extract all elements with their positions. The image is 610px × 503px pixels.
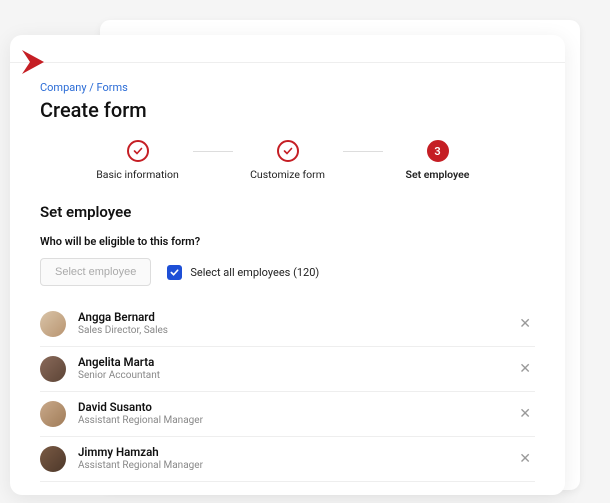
close-icon[interactable]: ✕ (515, 447, 535, 471)
breadcrumb-company[interactable]: Company (40, 81, 87, 94)
eligibility-question: Who will be eligible to this form? (40, 235, 535, 248)
employee-role: Sales Director, Sales (78, 325, 515, 337)
avatar (40, 356, 66, 382)
check-icon (277, 140, 299, 162)
main-card: Company / Forms Create form Basic inform… (10, 35, 565, 495)
step-number: 3 (427, 140, 449, 162)
step-connector (193, 151, 233, 152)
employee-list: Angga Bernard Sales Director, Sales ✕ An… (40, 302, 535, 482)
list-item: Angelita Marta Senior Accountant ✕ (40, 347, 535, 392)
close-icon[interactable]: ✕ (515, 402, 535, 426)
employee-name: Angga Bernard (78, 311, 515, 325)
step-label: Set employee (406, 168, 470, 181)
check-icon (127, 140, 149, 162)
employee-name: Jimmy Hamzah (78, 446, 515, 460)
card-header (10, 35, 565, 63)
employee-name: David Susanto (78, 401, 515, 415)
section-title: Set employee (40, 203, 535, 221)
step-label: Basic information (96, 168, 179, 181)
select-all-label: Select all employees (120) (190, 266, 319, 279)
select-all-checkbox[interactable]: Select all employees (120) (167, 265, 319, 280)
breadcrumb-separator: / (87, 81, 97, 94)
step-label: Customize form (250, 168, 325, 181)
stepper: Basic information Customize form 3 Set e… (40, 140, 535, 181)
avatar (40, 311, 66, 337)
page-title: Create form (40, 98, 535, 122)
employee-role: Senior Accountant (78, 370, 515, 382)
close-icon[interactable]: ✕ (515, 357, 535, 381)
brand-logo (20, 48, 56, 80)
step-customize-form[interactable]: Customize form (233, 140, 343, 181)
list-item: Jimmy Hamzah Assistant Regional Manager … (40, 437, 535, 482)
close-icon[interactable]: ✕ (515, 312, 535, 336)
employee-role: Assistant Regional Manager (78, 460, 515, 472)
list-item: David Susanto Assistant Regional Manager… (40, 392, 535, 437)
list-item: Angga Bernard Sales Director, Sales ✕ (40, 302, 535, 347)
employee-name: Angelita Marta (78, 356, 515, 370)
breadcrumb: Company / Forms (40, 81, 535, 94)
step-basic-information[interactable]: Basic information (83, 140, 193, 181)
step-connector (343, 151, 383, 152)
checkmark-icon (167, 265, 182, 280)
step-set-employee[interactable]: 3 Set employee (383, 140, 493, 181)
avatar (40, 446, 66, 472)
breadcrumb-forms[interactable]: Forms (97, 81, 128, 94)
employee-role: Assistant Regional Manager (78, 415, 515, 427)
select-employee-button[interactable]: Select employee (40, 258, 151, 286)
avatar (40, 401, 66, 427)
